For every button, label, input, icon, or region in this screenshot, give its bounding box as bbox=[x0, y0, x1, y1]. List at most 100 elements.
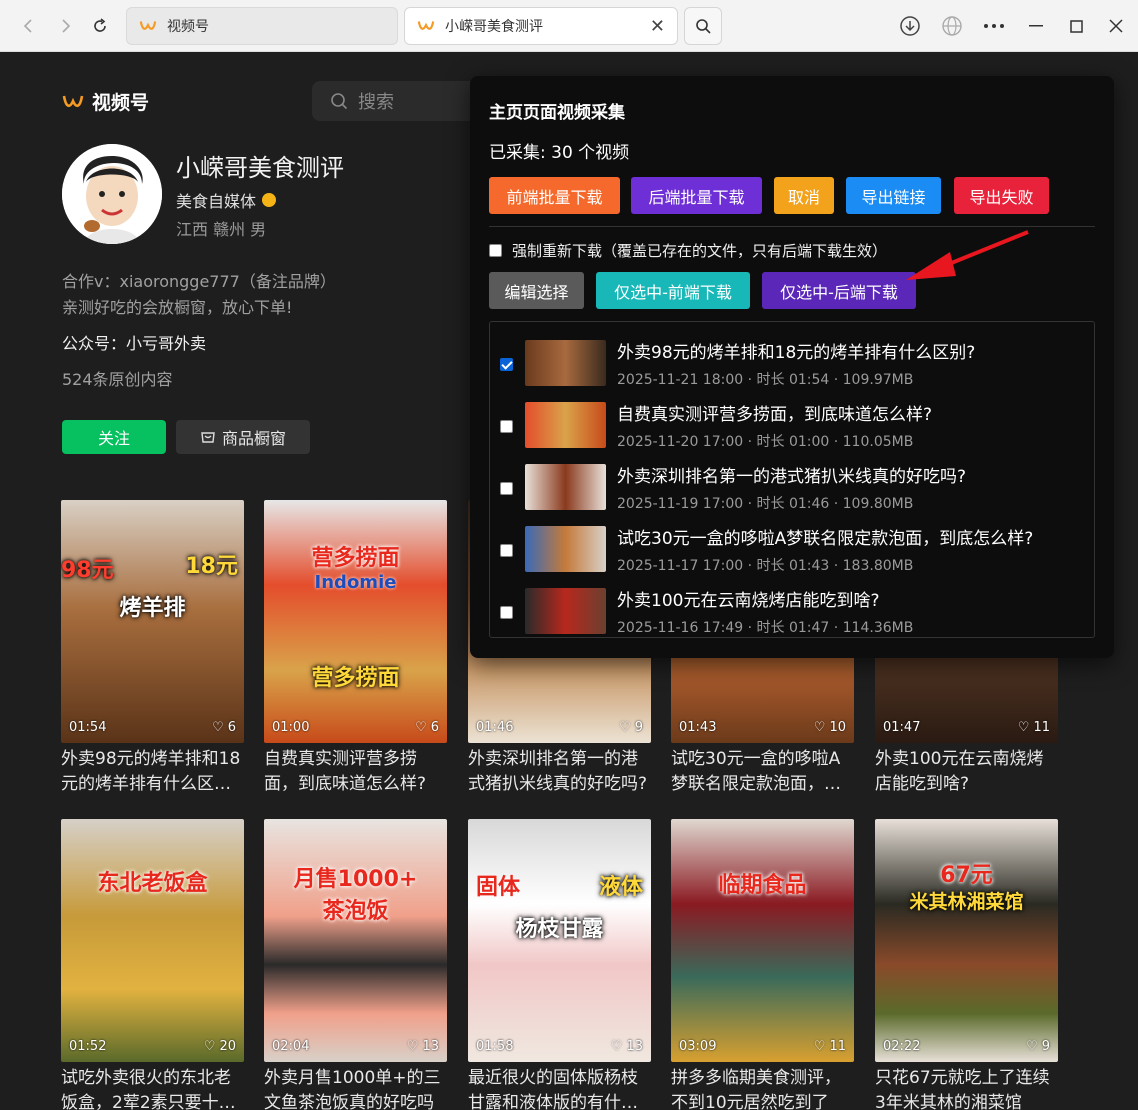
video-title[interactable]: 外卖深圳排名第一的港式猪扒米线真的好吃吗? bbox=[468, 747, 651, 799]
video-likes: ♡ 20 bbox=[203, 1039, 236, 1054]
video-thumbnail[interactable]: 临期食品 03:09 ♡ 11 bbox=[671, 819, 854, 1062]
follow-button[interactable]: 关注 bbox=[62, 420, 166, 454]
window-close-icon[interactable] bbox=[1102, 12, 1130, 40]
video-duration: 02:04 bbox=[272, 1039, 310, 1054]
video-title[interactable]: 自费真实测评营多捞面，到底味道怎么样? bbox=[264, 747, 447, 799]
thumb-overlay-text: 米其林湘菜馆 bbox=[909, 891, 1024, 913]
item-title: 自费真实测评营多捞面，到底味道怎么样? bbox=[617, 405, 933, 425]
video-thumbnail[interactable]: 固体 液体 杨枝甘露 01:58 ♡ 13 bbox=[468, 819, 651, 1062]
export-failed-button[interactable]: 导出失败 bbox=[954, 177, 1049, 214]
thumb-overlay-text: 营多捞面 bbox=[311, 666, 400, 691]
thumb-overlay-text: 东北老饭盒 bbox=[97, 871, 208, 896]
reload-icon[interactable] bbox=[86, 12, 114, 40]
thumb-overlay-text: 67元 bbox=[940, 863, 993, 888]
tab-channels-home[interactable]: 视频号 bbox=[126, 7, 398, 45]
item-thumbnail bbox=[525, 588, 606, 634]
tab-profile[interactable]: 小嵘哥美食测评 ✕ bbox=[404, 7, 678, 45]
item-title: 试吃30元一盒的哆啦A梦联名限定款泡面，到底怎么样? bbox=[617, 529, 1034, 549]
thumb-overlay-text: 月售1000+ bbox=[293, 867, 418, 892]
thumb-overlay-text: 液体 bbox=[598, 875, 643, 900]
official-account-link[interactable]: 公众号：小亏哥外卖 bbox=[62, 330, 206, 354]
video-duration: 01:00 bbox=[272, 720, 310, 735]
force-redownload-checkbox[interactable] bbox=[489, 244, 502, 257]
download-icon[interactable] bbox=[896, 12, 924, 40]
video-title[interactable]: 外卖98元的烤羊排和18元的烤羊排有什么区别？ bbox=[61, 747, 244, 799]
heart-icon: ♡ bbox=[212, 720, 224, 735]
verified-badge-icon bbox=[262, 193, 277, 207]
forward-arrow-icon[interactable] bbox=[52, 12, 80, 40]
video-card[interactable]: 月售1000+ 茶泡饭 02:04 ♡ 13 外卖月售1000单+的三文鱼茶泡饭真… bbox=[264, 819, 447, 1110]
item-meta: 2025-11-21 18:00 · 时长 01:54 · 109.97MB bbox=[617, 372, 914, 388]
video-duration: 01:43 bbox=[679, 720, 717, 735]
item-meta: 2025-11-16 17:49 · 时长 01:47 · 114.36MB bbox=[617, 620, 914, 636]
video-card[interactable]: 98元 18元 烤羊排 01:54 ♡ 6 外卖98元的烤羊排和18元的烤羊排有什… bbox=[61, 500, 244, 799]
site-brand[interactable]: 视频号 bbox=[62, 88, 149, 115]
item-checkbox[interactable] bbox=[500, 358, 513, 371]
list-item[interactable]: 外卖深圳排名第一的港式猪扒米线真的好吃吗? 2025-11-19 17:00 ·… bbox=[490, 456, 1094, 518]
video-title[interactable]: 最近很火的固体版杨枝甘露和液体版的有什么区别 bbox=[468, 1066, 651, 1110]
list-item[interactable]: 自费真实测评营多捞面，到底味道怎么样? 2025-11-20 17:00 · 时… bbox=[490, 394, 1094, 456]
heart-icon: ♡ bbox=[813, 720, 826, 735]
minimize-icon[interactable] bbox=[1022, 12, 1050, 40]
video-card[interactable]: 营多捞面 Indomie 营多捞面 01:00 ♡ 6 自费真实测评营多捞面，到底… bbox=[264, 500, 447, 799]
thumb-overlay-text: 营多捞面 bbox=[311, 546, 400, 571]
video-card[interactable]: 临期食品 03:09 ♡ 11 拼多多临期美食测评，不到10元居然吃到了 bbox=[671, 819, 854, 1110]
video-likes: ♡ 11 bbox=[1017, 720, 1050, 735]
category-label: 美食自媒体 bbox=[176, 192, 257, 211]
close-icon[interactable]: ✕ bbox=[650, 16, 665, 37]
item-meta: 2025-11-17 17:00 · 时长 01:43 · 183.80MB bbox=[617, 558, 914, 574]
globe-icon[interactable] bbox=[938, 12, 966, 40]
edit-selection-button[interactable]: 编辑选择 bbox=[489, 272, 584, 309]
more-options-icon[interactable] bbox=[980, 12, 1008, 40]
search-placeholder: 搜索 bbox=[358, 92, 394, 113]
video-title[interactable]: 试吃30元一盒的哆啦A梦联名限定款泡面，到底怎么样? bbox=[671, 747, 854, 799]
video-thumbnail[interactable]: 98元 18元 烤羊排 01:54 ♡ 6 bbox=[61, 500, 244, 743]
video-thumbnail[interactable]: 67元 米其林湘菜馆 02:22 ♡ 9 bbox=[875, 819, 1058, 1062]
heart-icon: ♡ bbox=[1026, 1039, 1038, 1054]
list-item[interactable]: 外卖100元在云南烧烤店能吃到啥? 2025-11-16 17:49 · 时长 … bbox=[490, 580, 1094, 642]
maximize-icon[interactable] bbox=[1062, 12, 1090, 40]
video-card[interactable]: 东北老饭盒 01:52 ♡20 试吃外卖很火的东北老饭盒，2荤2素只要十几元 bbox=[61, 819, 244, 1110]
item-checkbox[interactable] bbox=[500, 606, 513, 619]
video-title[interactable]: 试吃外卖很火的东北老饭盒，2荤2素只要十几元 bbox=[61, 1066, 244, 1110]
heart-icon: ♡ bbox=[406, 1039, 419, 1054]
profile-name: 小嵘哥美食测评 bbox=[176, 154, 344, 182]
collected-count: 已采集: 30 个视频 bbox=[489, 143, 630, 163]
frontend-batch-download-button[interactable]: 前端批量下载 bbox=[489, 177, 620, 214]
item-thumbnail bbox=[525, 402, 606, 448]
list-item[interactable]: 外卖98元的烤羊排和18元的烤羊排有什么区别? 2025-11-21 18:00… bbox=[490, 332, 1094, 394]
video-title[interactable]: 拼多多临期美食测评，不到10元居然吃到了 bbox=[671, 1066, 854, 1110]
thumb-overlay-text: 茶泡饭 bbox=[322, 899, 389, 924]
video-title[interactable]: 外卖100元在云南烧烤店能吃到啥? bbox=[875, 747, 1058, 799]
video-thumbnail[interactable]: 营多捞面 Indomie 营多捞面 01:00 ♡ 6 bbox=[264, 500, 447, 743]
item-checkbox[interactable] bbox=[500, 544, 513, 557]
video-duration: 01:58 bbox=[476, 1039, 514, 1054]
video-card[interactable]: 固体 液体 杨枝甘露 01:58 ♡ 13 最近很火的固体版杨枝甘露和液体版的有什… bbox=[468, 819, 651, 1110]
item-checkbox[interactable] bbox=[500, 482, 513, 495]
video-card[interactable]: 67元 米其林湘菜馆 02:22 ♡ 9 只花67元就吃上了连续3年米其林的湘菜馆 bbox=[875, 819, 1058, 1110]
video-thumbnail[interactable]: 东北老饭盒 01:52 ♡ 20 bbox=[61, 819, 244, 1062]
shop-window-button[interactable]: 商品橱窗 bbox=[176, 420, 310, 454]
video-likes: ♡ 13 bbox=[406, 1039, 439, 1054]
video-title[interactable]: 外卖月售1000单+的三文鱼茶泡饭真的好吃吗 bbox=[264, 1066, 447, 1110]
list-item[interactable]: 试吃30元一盒的哆啦A梦联名限定款泡面，到底怎么样? 2025-11-17 17… bbox=[490, 518, 1094, 580]
cancel-button[interactable]: 取消 bbox=[774, 177, 834, 214]
back-arrow-icon[interactable] bbox=[14, 12, 42, 40]
item-title: 外卖100元在云南烧烤店能吃到啥? bbox=[617, 591, 880, 611]
force-redownload-row[interactable]: 强制重新下载（覆盖已存在的文件，只有后端下载生效） bbox=[489, 240, 887, 261]
selected-backend-download-button[interactable]: 仅选中-后端下载 bbox=[762, 272, 916, 309]
video-thumbnail[interactable]: 月售1000+ 茶泡饭 02:04 ♡ 13 bbox=[264, 819, 447, 1062]
tab-label: 视频号 bbox=[167, 19, 209, 35]
selected-frontend-download-button[interactable]: 仅选中-前端下载 bbox=[596, 272, 750, 309]
video-duration: 01:54 bbox=[69, 720, 107, 735]
force-redownload-label: 强制重新下载（覆盖已存在的文件，只有后端下载生效） bbox=[512, 242, 888, 260]
item-thumbnail bbox=[525, 340, 606, 386]
heart-icon: ♡ bbox=[1017, 720, 1030, 735]
backend-batch-download-button[interactable]: 后端批量下载 bbox=[631, 177, 762, 214]
video-title[interactable]: 只花67元就吃上了连续3年米其林的湘菜馆 bbox=[875, 1066, 1058, 1110]
brand-label: 视频号 bbox=[92, 92, 150, 114]
item-checkbox[interactable] bbox=[500, 420, 513, 433]
profile-bio-line1: 合作v：xiaorongge777（备注品牌） bbox=[62, 272, 336, 291]
export-links-button[interactable]: 导出链接 bbox=[846, 177, 941, 214]
tab-search-icon[interactable] bbox=[684, 7, 722, 45]
